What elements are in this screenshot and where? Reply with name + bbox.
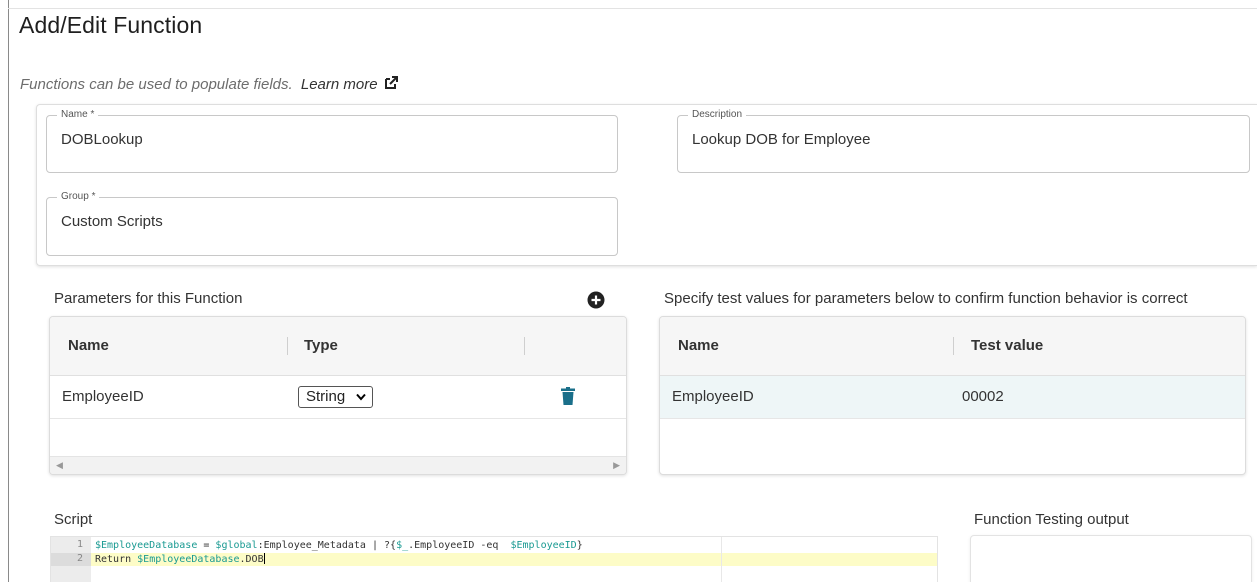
scroll-left-icon[interactable]: ◀ xyxy=(56,460,63,471)
test-values-heading: Specify test values for parameters below… xyxy=(664,290,1188,307)
column-separator[interactable] xyxy=(524,337,525,355)
learn-more-label: Learn more xyxy=(300,76,378,93)
add-parameter-icon[interactable] xyxy=(587,291,605,309)
line-number: 2 xyxy=(76,553,83,564)
editor-print-margin xyxy=(721,537,722,582)
column-header-name[interactable]: Name xyxy=(678,337,719,354)
scroll-right-icon[interactable]: ▶ xyxy=(613,460,620,471)
text-cursor xyxy=(263,553,265,564)
parameters-grid-header: Name Type xyxy=(50,317,626,376)
script-line[interactable]: $EmployeeDatabase = $global:Employee_Met… xyxy=(95,539,583,552)
column-separator[interactable] xyxy=(626,337,627,355)
script-line-code: Return $EmployeeDatabase.DOB xyxy=(95,554,264,565)
function-testing-output xyxy=(970,535,1252,582)
delete-parameter-icon[interactable] xyxy=(560,387,576,405)
script-line-active[interactable]: Return $EmployeeDatabase.DOB xyxy=(91,553,937,566)
name-input[interactable]: DOBLookup xyxy=(61,131,603,148)
description-input[interactable]: Lookup DOB for Employee xyxy=(692,131,1235,148)
line-number-gutter: 1 2 xyxy=(51,537,91,582)
column-separator[interactable] xyxy=(287,337,288,355)
subtitle-text: Functions can be used to populate fields… xyxy=(20,76,293,93)
script-line-code: $EmployeeDatabase = $global:Employee_Met… xyxy=(95,540,583,551)
table-row[interactable]: EmployeeID 00002 xyxy=(660,376,1245,419)
page-subtitle: Functions can be used to populate fields… xyxy=(20,76,398,93)
name-field-label: Name * xyxy=(61,109,95,120)
external-link-icon xyxy=(384,76,398,89)
window-top-border xyxy=(8,8,1257,9)
column-header-type[interactable]: Type xyxy=(304,337,338,354)
parameter-name-cell: EmployeeID xyxy=(62,388,144,405)
description-field-label: Description xyxy=(692,109,743,120)
column-header-test-value[interactable]: Test value xyxy=(971,337,1043,354)
line-number: 1 xyxy=(76,539,83,550)
table-row[interactable]: EmployeeID String xyxy=(50,376,626,419)
chevron-down-icon xyxy=(356,393,366,401)
column-separator[interactable] xyxy=(953,337,954,355)
column-separator[interactable] xyxy=(1245,337,1246,355)
page-title: Add/Edit Function xyxy=(19,12,203,38)
group-field-label: Group * xyxy=(61,191,96,202)
horizontal-scrollbar[interactable]: ◀ ▶ xyxy=(50,456,626,474)
parameters-grid: Name Type EmployeeID String ◀ ▶ xyxy=(49,316,627,475)
parameter-type-select[interactable]: String xyxy=(298,386,373,408)
test-values-grid: Name Test value EmployeeID 00002 xyxy=(659,316,1246,475)
script-heading: Script xyxy=(54,511,93,528)
parameter-type-value: String xyxy=(306,388,346,405)
group-field[interactable]: Group * Custom Scripts xyxy=(46,192,618,256)
output-heading: Function Testing output xyxy=(974,511,1129,528)
parameters-heading: Parameters for this Function xyxy=(54,290,243,307)
name-field[interactable]: Name * DOBLookup xyxy=(46,110,618,173)
window-border xyxy=(8,0,9,582)
test-values-grid-header: Name Test value xyxy=(660,317,1245,376)
test-param-name-cell: EmployeeID xyxy=(672,388,754,405)
active-line-gutter xyxy=(51,553,91,566)
test-value-cell[interactable]: 00002 xyxy=(962,388,1004,405)
script-editor[interactable]: 1 2 $EmployeeDatabase = $global:Employee… xyxy=(50,536,938,582)
learn-more-link[interactable]: Learn more xyxy=(301,76,398,93)
group-input[interactable]: Custom Scripts xyxy=(61,213,603,230)
column-header-name[interactable]: Name xyxy=(68,337,109,354)
description-field[interactable]: Description Lookup DOB for Employee xyxy=(677,110,1250,173)
